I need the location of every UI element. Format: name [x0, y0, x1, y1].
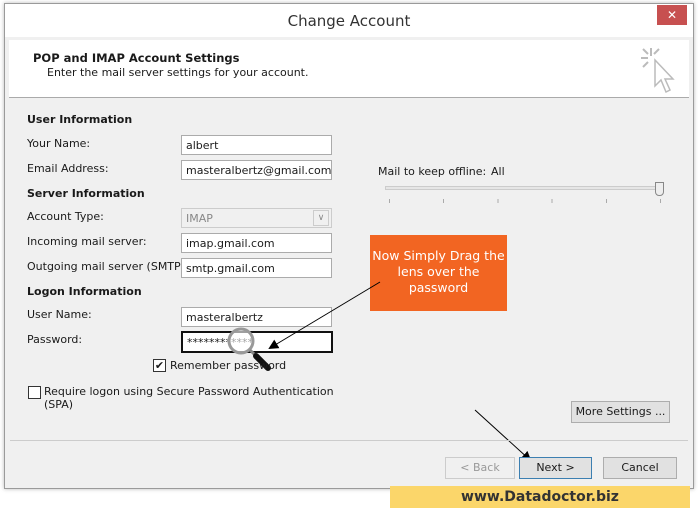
header-title: POP and IMAP Account Settings: [33, 51, 240, 65]
offline-slider-thumb[interactable]: [655, 182, 664, 196]
cursor-click-icon: [641, 48, 675, 94]
next-button[interactable]: Next >: [519, 457, 592, 479]
instruction-callout: Now Simply Drag the lens over the passwo…: [370, 235, 507, 311]
more-settings-button[interactable]: More Settings ...: [571, 401, 670, 423]
back-button[interactable]: < Back: [445, 457, 515, 479]
spa-checkbox[interactable]: [28, 386, 41, 399]
offline-slider-track[interactable]: [385, 186, 663, 190]
user-name-input[interactable]: masteralbertz: [181, 307, 332, 327]
user-name-label: User Name:: [27, 308, 92, 321]
close-button[interactable]: ✕: [657, 5, 687, 25]
remember-password-label: Remember password: [170, 359, 287, 372]
user-information-heading: User Information: [27, 113, 133, 126]
spa-label: Require logon using Secure Password Auth…: [44, 385, 334, 411]
dialog-title: Change Account: [5, 4, 693, 37]
slider-ticks: [389, 199, 661, 203]
incoming-server-input[interactable]: imap.gmail.com: [181, 233, 332, 253]
account-type-select[interactable]: IMAP ∨: [181, 208, 332, 228]
offline-label: Mail to keep offline:: [378, 165, 487, 178]
email-input[interactable]: masteralbertz@gmail.com: [181, 160, 332, 180]
dialog-header: POP and IMAP Account Settings Enter the …: [9, 40, 689, 98]
cancel-button[interactable]: Cancel: [603, 457, 677, 479]
outgoing-server-input[interactable]: smtp.gmail.com: [181, 258, 332, 278]
account-type-label: Account Type:: [27, 210, 104, 223]
server-information-heading: Server Information: [27, 187, 145, 200]
header-subtitle: Enter the mail server settings for your …: [47, 66, 309, 79]
chevron-down-icon: ∨: [313, 210, 329, 226]
footer-divider: [10, 440, 688, 441]
outgoing-server-label: Outgoing mail server (SMTP):: [27, 260, 189, 273]
watermark: www.Datadoctor.biz: [390, 486, 690, 508]
offline-value: All: [491, 165, 505, 178]
your-name-label: Your Name:: [27, 137, 91, 150]
account-type-value: IMAP: [186, 212, 213, 225]
your-name-input[interactable]: albert: [181, 135, 332, 155]
email-label: Email Address:: [27, 162, 109, 175]
password-label: Password:: [27, 333, 83, 346]
logon-information-heading: Logon Information: [27, 285, 142, 298]
remember-password-checkbox[interactable]: ✔: [153, 359, 166, 372]
incoming-server-label: Incoming mail server:: [27, 235, 147, 248]
